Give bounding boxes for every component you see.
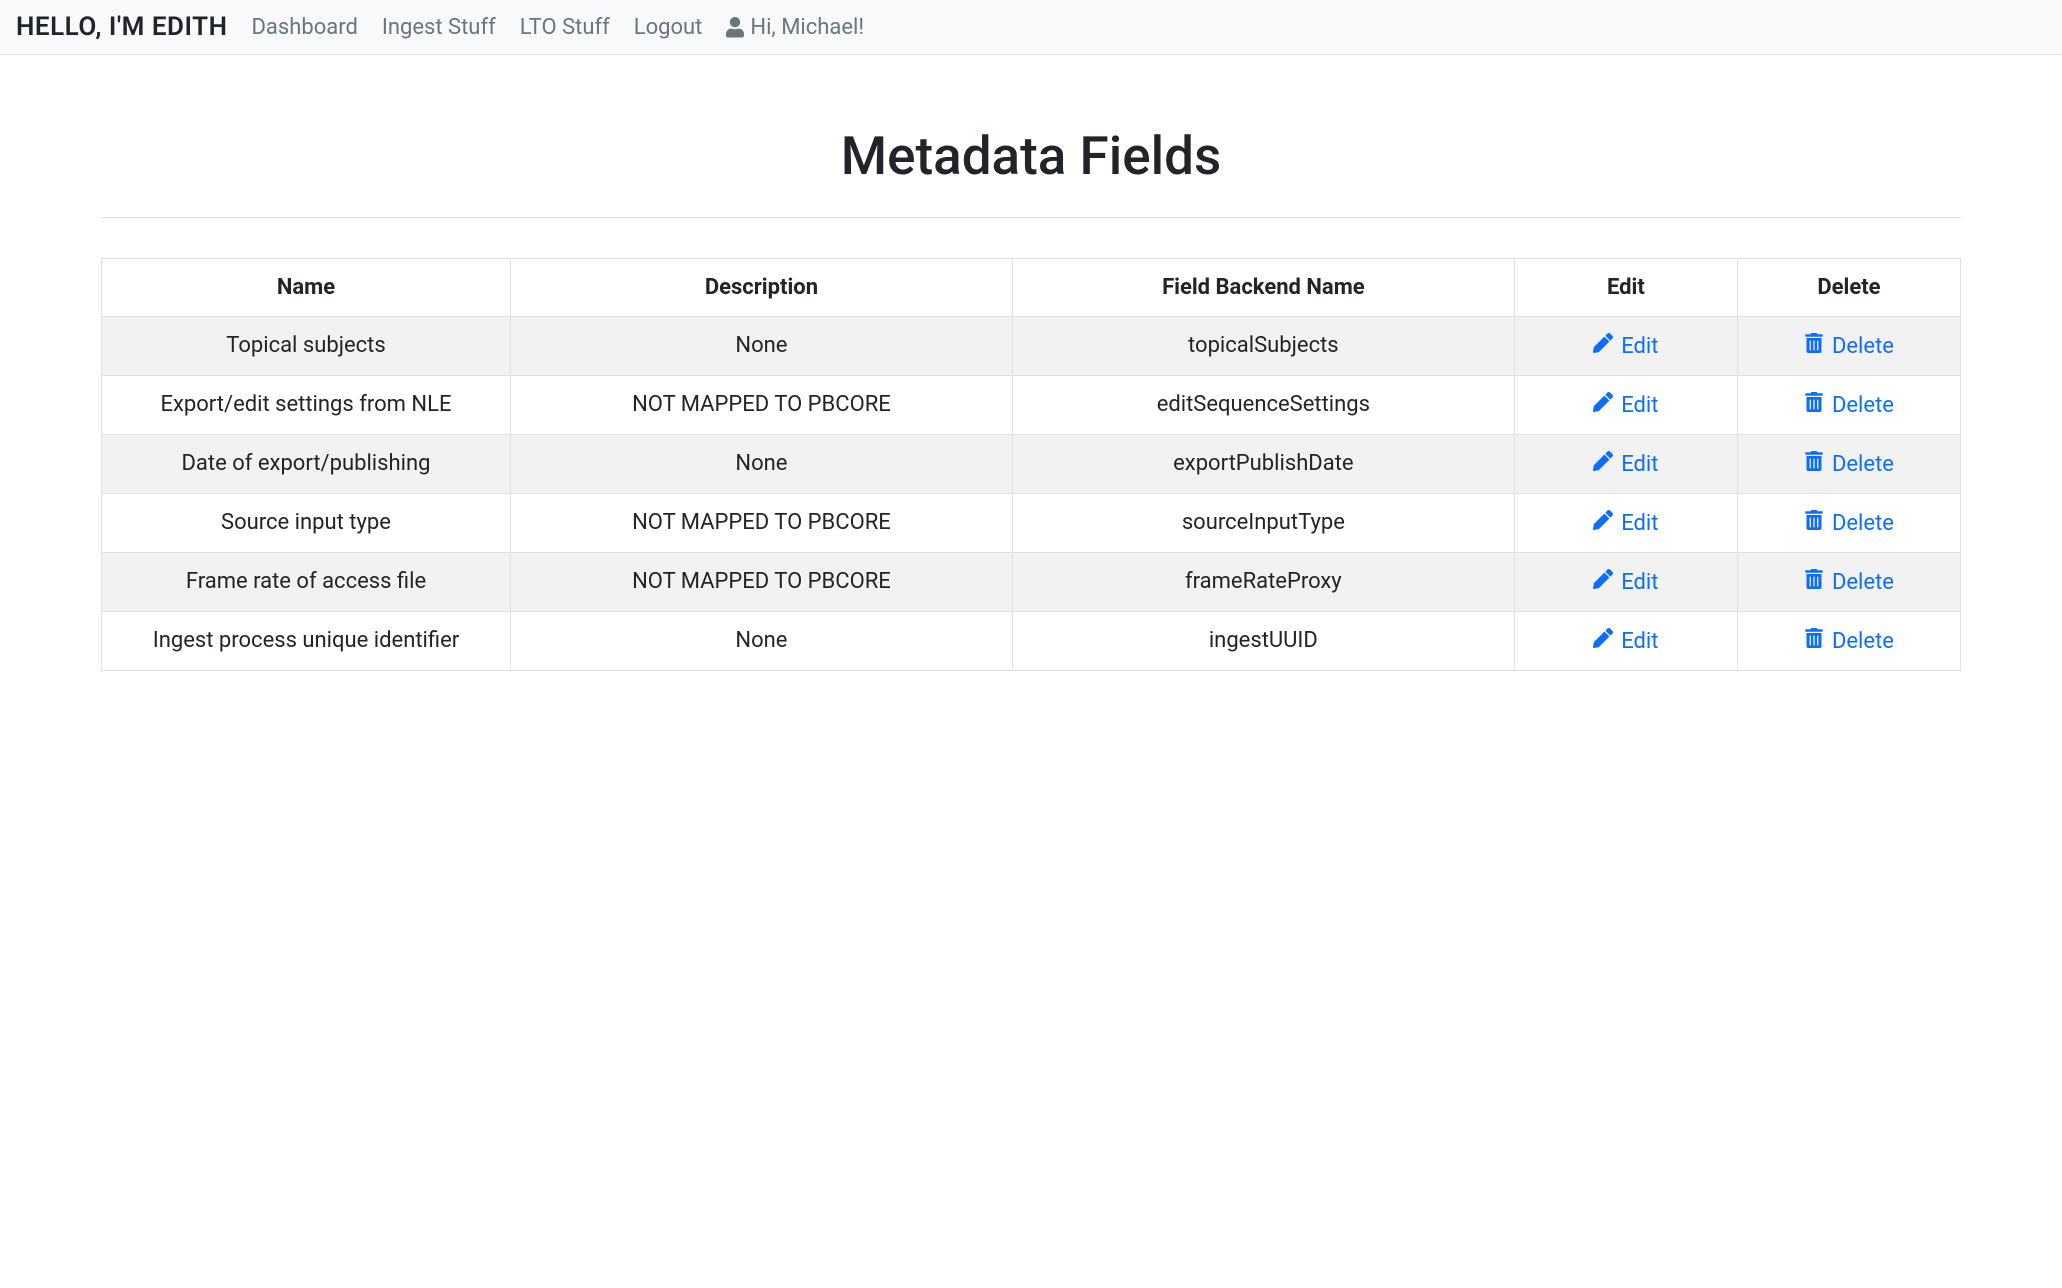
trash-icon — [1804, 569, 1824, 595]
trash-icon — [1804, 392, 1824, 418]
cell-edit: Edit — [1514, 494, 1737, 553]
pencil-icon — [1593, 628, 1613, 654]
metadata-fields-table: Name Description Field Backend Name Edit… — [101, 258, 1961, 671]
cell-delete: Delete — [1737, 317, 1960, 376]
edit-label: Edit — [1621, 452, 1658, 477]
th-backend: Field Backend Name — [1012, 259, 1514, 317]
table-row: Source input typeNOT MAPPED TO PBCOREsou… — [102, 494, 1961, 553]
nav-link-user-greeting[interactable]: Hi, Michael! — [726, 15, 864, 40]
cell-name: Ingest process unique identifier — [102, 612, 511, 671]
delete-label: Delete — [1832, 452, 1894, 477]
trash-icon — [1804, 451, 1824, 477]
edit-button[interactable]: Edit — [1593, 333, 1658, 359]
pencil-icon — [1593, 451, 1613, 477]
delete-label: Delete — [1832, 629, 1894, 654]
nav-link-lto[interactable]: LTO Stuff — [520, 15, 610, 40]
cell-delete: Delete — [1737, 435, 1960, 494]
table-header-row: Name Description Field Backend Name Edit… — [102, 259, 1961, 317]
edit-label: Edit — [1621, 570, 1658, 595]
cell-backend: ingestUUID — [1012, 612, 1514, 671]
delete-button[interactable]: Delete — [1804, 628, 1894, 654]
pencil-icon — [1593, 510, 1613, 536]
trash-icon — [1804, 333, 1824, 359]
cell-description: NOT MAPPED TO PBCORE — [510, 553, 1012, 612]
cell-backend: sourceInputType — [1012, 494, 1514, 553]
trash-icon — [1804, 628, 1824, 654]
cell-name: Source input type — [102, 494, 511, 553]
th-name: Name — [102, 259, 511, 317]
delete-button[interactable]: Delete — [1804, 510, 1894, 536]
cell-name: Date of export/publishing — [102, 435, 511, 494]
pencil-icon — [1593, 392, 1613, 418]
delete-button[interactable]: Delete — [1804, 333, 1894, 359]
cell-description: NOT MAPPED TO PBCORE — [510, 494, 1012, 553]
cell-backend: editSequenceSettings — [1012, 376, 1514, 435]
cell-delete: Delete — [1737, 612, 1960, 671]
cell-description: NOT MAPPED TO PBCORE — [510, 376, 1012, 435]
cell-edit: Edit — [1514, 317, 1737, 376]
cell-delete: Delete — [1737, 553, 1960, 612]
delete-button[interactable]: Delete — [1804, 451, 1894, 477]
nav-greeting-label: Hi, Michael! — [750, 15, 864, 40]
nav-link-logout[interactable]: Logout — [634, 15, 703, 40]
table-row: Frame rate of access fileNOT MAPPED TO P… — [102, 553, 1961, 612]
cell-name: Topical subjects — [102, 317, 511, 376]
navbar-brand[interactable]: HELLO, I'M EDITH — [16, 12, 227, 42]
edit-label: Edit — [1621, 511, 1658, 536]
delete-label: Delete — [1832, 334, 1894, 359]
edit-button[interactable]: Edit — [1593, 510, 1658, 536]
th-delete: Delete — [1737, 259, 1960, 317]
cell-backend: frameRateProxy — [1012, 553, 1514, 612]
cell-backend: topicalSubjects — [1012, 317, 1514, 376]
edit-label: Edit — [1621, 393, 1658, 418]
th-edit: Edit — [1514, 259, 1737, 317]
navbar: HELLO, I'M EDITH Dashboard Ingest Stuff … — [0, 0, 2062, 55]
edit-button[interactable]: Edit — [1593, 392, 1658, 418]
cell-description: None — [510, 612, 1012, 671]
cell-name: Export/edit settings from NLE — [102, 376, 511, 435]
delete-label: Delete — [1832, 393, 1894, 418]
cell-backend: exportPublishDate — [1012, 435, 1514, 494]
nav-link-dashboard[interactable]: Dashboard — [251, 15, 357, 40]
cell-description: None — [510, 435, 1012, 494]
cell-delete: Delete — [1737, 494, 1960, 553]
cell-description: None — [510, 317, 1012, 376]
cell-edit: Edit — [1514, 553, 1737, 612]
table-row: Export/edit settings from NLENOT MAPPED … — [102, 376, 1961, 435]
table-row: Date of export/publishingNoneexportPubli… — [102, 435, 1961, 494]
th-description: Description — [510, 259, 1012, 317]
table-row: Topical subjectsNonetopicalSubjects Edit D… — [102, 317, 1961, 376]
table-row: Ingest process unique identifierNoneinge… — [102, 612, 1961, 671]
trash-icon — [1804, 510, 1824, 536]
page-title: Metadata Fields — [101, 125, 1961, 187]
edit-button[interactable]: Edit — [1593, 628, 1658, 654]
edit-button[interactable]: Edit — [1593, 451, 1658, 477]
pencil-icon — [1593, 333, 1613, 359]
edit-label: Edit — [1621, 629, 1658, 654]
cell-delete: Delete — [1737, 376, 1960, 435]
cell-name: Frame rate of access file — [102, 553, 511, 612]
nav-link-ingest[interactable]: Ingest Stuff — [382, 15, 496, 40]
delete-label: Delete — [1832, 570, 1894, 595]
cell-edit: Edit — [1514, 376, 1737, 435]
cell-edit: Edit — [1514, 612, 1737, 671]
pencil-icon — [1593, 569, 1613, 595]
delete-button[interactable]: Delete — [1804, 569, 1894, 595]
edit-label: Edit — [1621, 334, 1658, 359]
cell-edit: Edit — [1514, 435, 1737, 494]
delete-button[interactable]: Delete — [1804, 392, 1894, 418]
user-icon — [726, 17, 744, 37]
delete-label: Delete — [1832, 511, 1894, 536]
edit-button[interactable]: Edit — [1593, 569, 1658, 595]
title-divider — [101, 217, 1961, 218]
